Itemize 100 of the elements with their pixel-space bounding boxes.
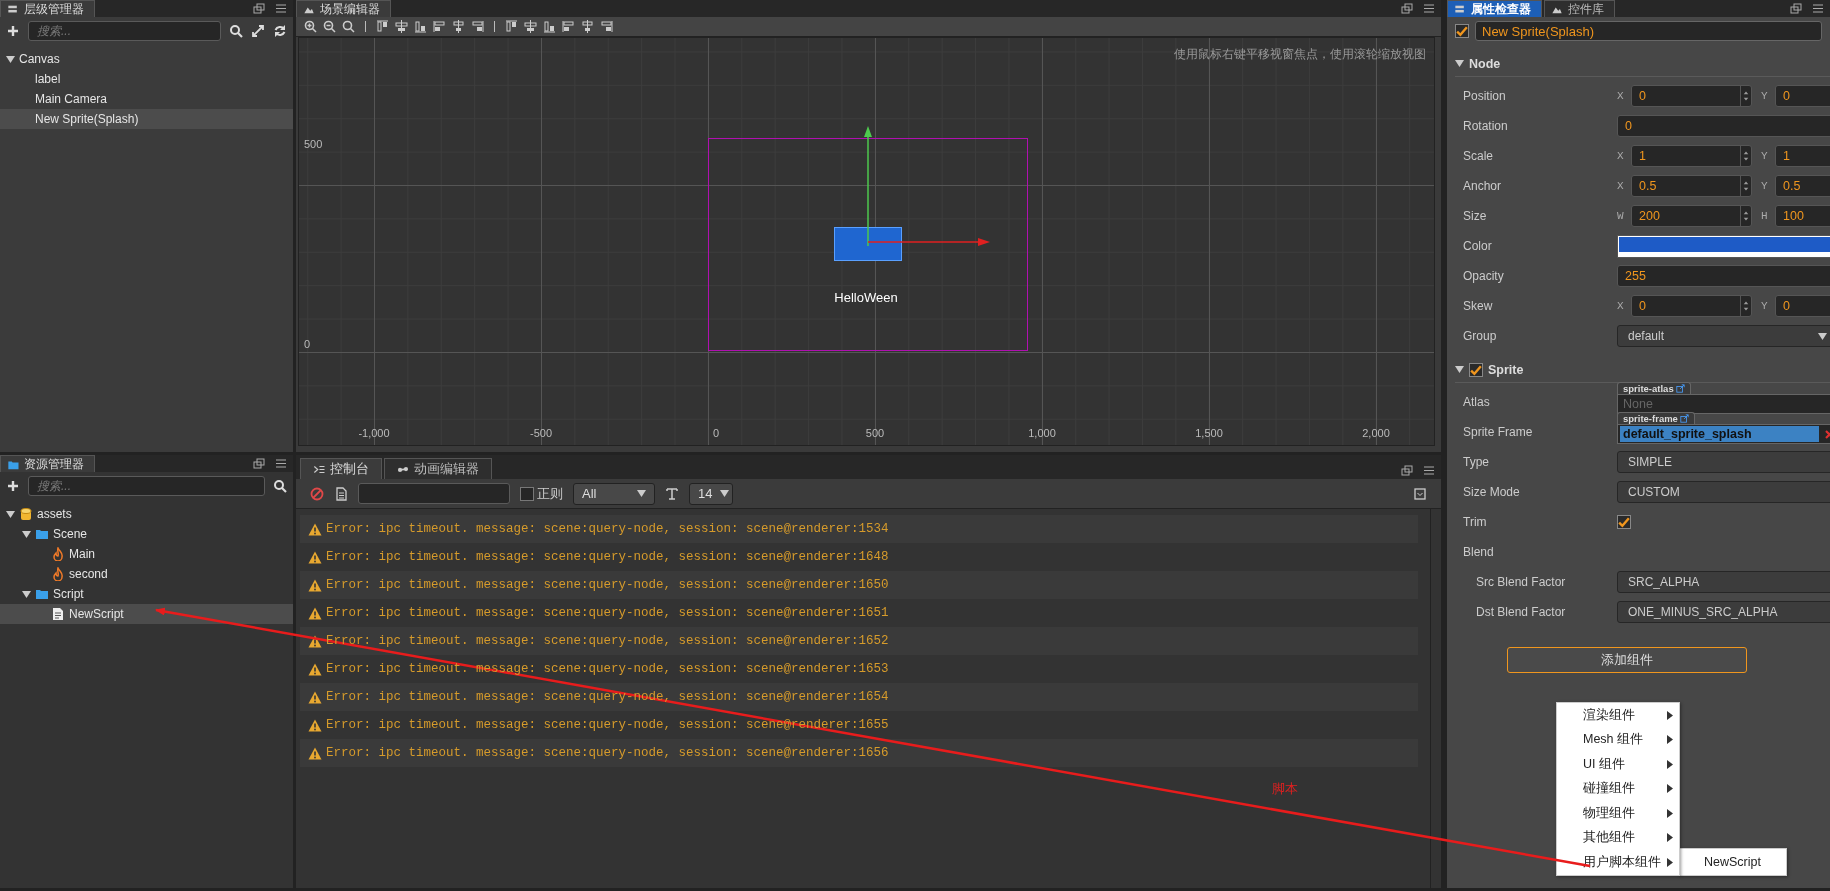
link-icon[interactable] — [1675, 384, 1685, 393]
tree-item[interactable]: assets — [0, 504, 293, 524]
number-field[interactable]: 0 — [1617, 115, 1830, 137]
spinner-icon[interactable] — [1740, 86, 1751, 106]
document-icon[interactable] — [334, 486, 348, 501]
expand-arrow-icon[interactable] — [22, 589, 31, 599]
collapse-arrow-icon[interactable] — [1455, 59, 1464, 68]
add-component-button[interactable]: 添加组件 — [1506, 647, 1747, 673]
tree-item[interactable]: Canvas — [0, 49, 293, 69]
asset-field[interactable]: default_sprite_splash — [1617, 424, 1830, 444]
collapse-arrow-icon[interactable] — [1455, 365, 1464, 374]
search-icon[interactable] — [229, 24, 243, 38]
panel-tab[interactable]: 控制台 — [300, 458, 382, 479]
number-field[interactable]: 0 — [1775, 295, 1830, 317]
number-field[interactable]: 0 — [1775, 85, 1830, 107]
filter-field[interactable] — [358, 483, 510, 504]
align-icon[interactable] — [452, 20, 465, 33]
font-size-dropdown[interactable]: 14 — [689, 482, 733, 505]
distribute-icon[interactable] — [581, 20, 594, 33]
distribute-icon[interactable] — [505, 20, 518, 33]
menu-icon[interactable] — [1423, 3, 1435, 14]
spinner-icon[interactable] — [1740, 296, 1751, 316]
number-field[interactable]: 1 — [1775, 145, 1830, 167]
align-icon[interactable] — [433, 20, 446, 33]
move-gizmo-drawing[interactable] — [864, 126, 990, 248]
search-field[interactable]: 搜索... — [28, 21, 221, 41]
tree-item[interactable]: Main Camera — [0, 89, 293, 109]
panel-tab[interactable]: 控件库 — [1544, 0, 1615, 17]
menu-icon[interactable] — [275, 3, 287, 14]
tree-item[interactable]: Main — [0, 544, 293, 564]
number-field[interactable]: 0 — [1631, 295, 1752, 317]
sprite-node[interactable] — [834, 227, 902, 261]
menu-item[interactable]: Mesh 组件 — [1557, 727, 1679, 752]
maximize-icon[interactable] — [1401, 3, 1413, 14]
menu-item[interactable]: 物理组件 — [1557, 801, 1679, 826]
dropdown[interactable]: ONE_MINUS_SRC_ALPHA — [1617, 601, 1830, 623]
tree-item[interactable]: Script — [0, 584, 293, 604]
search-icon[interactable] — [342, 20, 355, 33]
number-field[interactable]: 0.5 — [1631, 175, 1752, 197]
dropdown[interactable]: CUSTOM — [1617, 481, 1830, 503]
distribute-icon[interactable] — [543, 20, 556, 33]
distribute-icon[interactable] — [562, 20, 575, 33]
spinner-icon[interactable] — [1740, 206, 1751, 226]
tree-item[interactable]: second — [0, 564, 293, 584]
align-icon[interactable] — [395, 20, 408, 33]
distribute-icon[interactable] — [600, 20, 613, 33]
spinner-icon[interactable] — [1740, 146, 1751, 166]
menu-icon[interactable] — [275, 458, 287, 469]
tree-item[interactable]: New Sprite(Splash) — [0, 109, 293, 129]
tree-item[interactable]: label — [0, 69, 293, 89]
add-icon[interactable] — [6, 479, 20, 493]
tree-item[interactable]: NewScript — [0, 604, 293, 624]
menu-item[interactable]: 渲染组件 — [1557, 703, 1679, 728]
add-icon[interactable] — [6, 24, 20, 38]
distribute-icon[interactable] — [524, 20, 537, 33]
number-field[interactable]: 200 — [1631, 205, 1752, 227]
dropdown[interactable]: SIMPLE — [1617, 451, 1830, 473]
zoom-out-icon[interactable] — [323, 20, 336, 33]
number-field[interactable]: 100 — [1775, 205, 1830, 227]
link-icon[interactable] — [1679, 414, 1689, 423]
spinner-icon[interactable] — [1740, 176, 1751, 196]
menu-item[interactable]: 碰撞组件 — [1557, 776, 1679, 801]
dropdown[interactable]: SRC_ALPHA — [1617, 571, 1830, 593]
expand-arrow-icon[interactable] — [22, 529, 31, 539]
refresh-icon[interactable] — [273, 24, 287, 38]
number-field[interactable]: 0 — [1631, 85, 1752, 107]
scene-grid[interactable]: 使用鼠标右键平移视窗焦点，使用滚轮缩放视图 500 0 -1,000 -500 0 500 1,000 1,500 2,000 HelloWeen — [298, 37, 1435, 446]
enable-checkbox[interactable] — [1469, 362, 1483, 377]
menu-item[interactable]: UI 组件 — [1557, 752, 1679, 777]
menu-item[interactable]: 其他组件 — [1557, 825, 1679, 850]
zoom-in-icon[interactable] — [304, 20, 317, 33]
align-icon[interactable] — [414, 20, 427, 33]
maximize-icon[interactable] — [253, 458, 265, 469]
expand-arrow-icon[interactable] — [6, 509, 15, 519]
dropdown[interactable]: default — [1617, 325, 1830, 347]
maximize-icon[interactable] — [1401, 465, 1413, 476]
panel-tab[interactable]: 场景编辑器 — [296, 0, 391, 17]
number-field[interactable]: 0.5 — [1775, 175, 1830, 197]
search-icon[interactable] — [273, 479, 287, 493]
panel-tab[interactable]: 动画编辑器 — [384, 458, 492, 479]
maximize-icon[interactable] — [253, 3, 265, 14]
number-field[interactable]: 1 — [1631, 145, 1752, 167]
panel-tab[interactable]: 属性检查器 — [1447, 0, 1542, 17]
expand-icon[interactable] — [251, 24, 265, 38]
regex-checkbox[interactable] — [520, 486, 534, 501]
menu-icon[interactable] — [1423, 465, 1435, 476]
search-field[interactable]: 搜索... — [28, 476, 265, 496]
maximize-icon[interactable] — [1790, 3, 1802, 14]
collapse-icon[interactable] — [1413, 486, 1427, 501]
level-dropdown[interactable]: All — [573, 482, 655, 505]
menu-icon[interactable] — [1812, 3, 1824, 14]
tree-item[interactable]: Scene — [0, 524, 293, 544]
menu-item[interactable]: NewScript — [1680, 849, 1786, 875]
align-icon[interactable] — [471, 20, 484, 33]
node-name-field[interactable]: New Sprite(Splash) — [1475, 21, 1822, 41]
expand-arrow-icon[interactable] — [6, 54, 15, 64]
clear-icon[interactable] — [310, 486, 324, 501]
align-icon[interactable] — [376, 20, 389, 33]
checkbox[interactable] — [1617, 515, 1631, 529]
panel-tab[interactable]: 资源管理器 — [0, 455, 95, 472]
